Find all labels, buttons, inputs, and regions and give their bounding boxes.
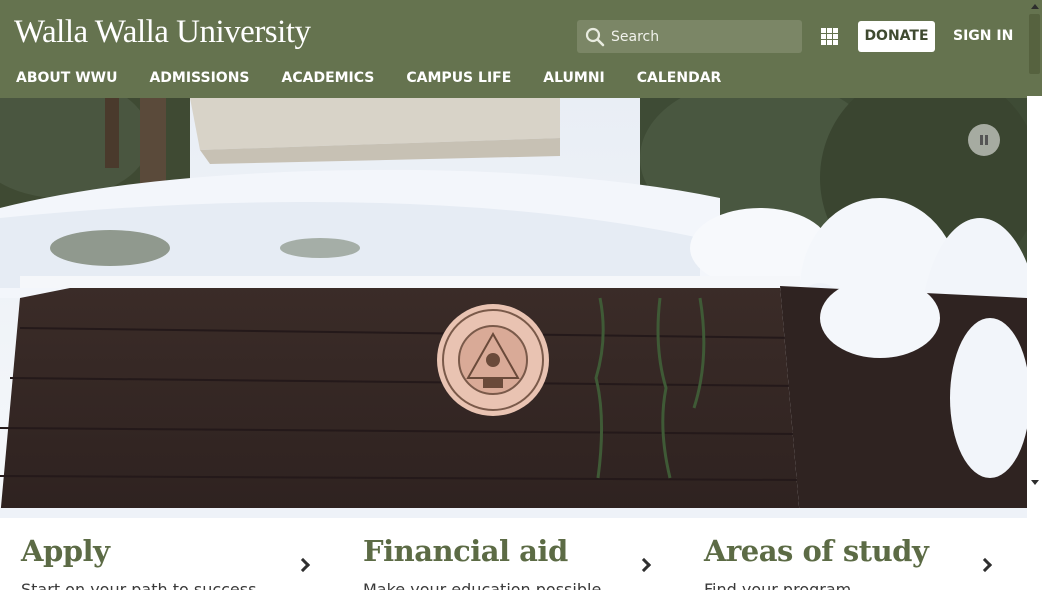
- card-title: Financial aid: [363, 534, 568, 568]
- sign-in-link[interactable]: SIGN IN: [953, 28, 1013, 44]
- page-scrollbar[interactable]: [1027, 0, 1042, 590]
- scroll-up-arrow-icon[interactable]: [1031, 4, 1039, 9]
- university-seal: [437, 304, 549, 416]
- card-subtitle: Find your program: [704, 580, 852, 590]
- nav-item-campus-life[interactable]: CAMPUS LIFE: [406, 70, 511, 90]
- card-title: Areas of study: [704, 534, 929, 568]
- chevron-right-icon: [636, 557, 652, 573]
- card-areas-of-study[interactable]: Areas of study Find your program: [704, 518, 1024, 590]
- nav-item-admissions[interactable]: ADMISSIONS: [149, 70, 249, 90]
- donate-button[interactable]: DONATE: [858, 21, 935, 52]
- nav-item-about[interactable]: ABOUT WWU: [16, 70, 117, 90]
- pause-video-button[interactable]: [968, 124, 1000, 156]
- scroll-thumb[interactable]: [1029, 14, 1040, 74]
- scroll-down-arrow-icon[interactable]: [1031, 480, 1039, 485]
- hero-video: [0, 98, 1027, 518]
- nav-item-academics[interactable]: ACADEMICS: [282, 70, 375, 90]
- nav-item-alumni[interactable]: ALUMNI: [543, 70, 604, 90]
- card-financial-aid[interactable]: Financial aid Make your education possib…: [363, 518, 683, 590]
- apps-grid-icon[interactable]: [821, 28, 838, 45]
- nav-item-calendar[interactable]: CALENDAR: [637, 70, 722, 90]
- quick-links: Apply Start on your path to success Fina…: [0, 518, 1027, 590]
- pause-icon: [980, 135, 983, 145]
- card-subtitle: Make your education possible: [363, 580, 602, 590]
- card-title: Apply: [21, 534, 110, 568]
- search-box[interactable]: [577, 20, 802, 53]
- search-icon: [585, 27, 605, 47]
- card-apply[interactable]: Apply Start on your path to success: [21, 518, 341, 590]
- site-header: Walla Walla University DONATE SIGN IN AB…: [0, 0, 1027, 98]
- chevron-right-icon: [295, 557, 311, 573]
- card-subtitle: Start on your path to success: [21, 580, 257, 590]
- chevron-right-icon: [977, 557, 993, 573]
- search-input[interactable]: [611, 20, 796, 53]
- main-nav: ABOUT WWU ADMISSIONS ACADEMICS CAMPUS LI…: [0, 70, 737, 90]
- hero-image: [0, 98, 1027, 518]
- site-logo[interactable]: Walla Walla University: [14, 14, 311, 51]
